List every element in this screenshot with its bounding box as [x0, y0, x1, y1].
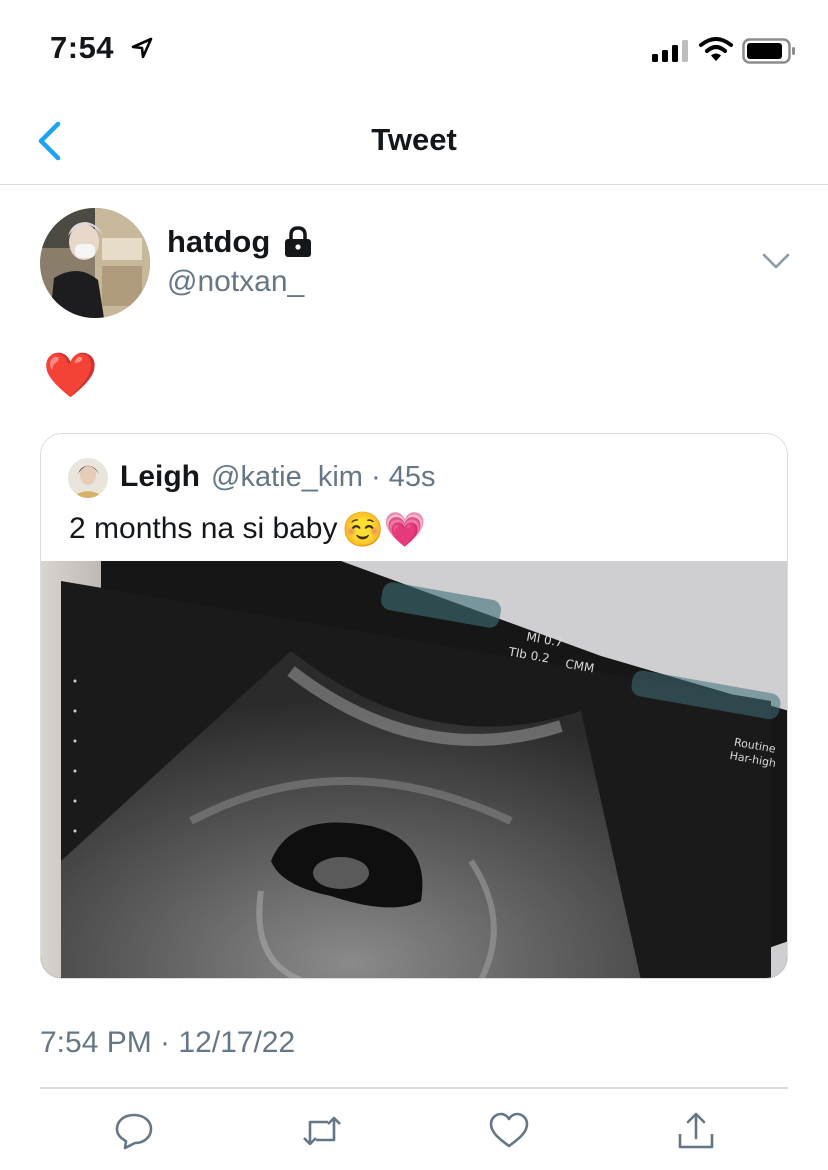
battery-icon [742, 38, 795, 64]
quoted-tweet-card[interactable]: Leigh @katie_kim · 45s 2 months na si ba… [40, 433, 788, 979]
heart-icon [489, 1112, 529, 1148]
status-bar: 7:54 [0, 0, 828, 100]
avatar[interactable] [40, 208, 150, 318]
chevron-down-icon[interactable] [760, 250, 792, 272]
author-handle[interactable]: @notxan_ [167, 265, 304, 299]
quoted-text-emoji: ☺️💗 [341, 511, 427, 549]
quoted-tweet-text: 2 months na si baby ☺️💗 [69, 508, 426, 551]
retweet-icon [303, 1116, 341, 1146]
reply-icon [115, 1113, 153, 1150]
wifi-icon [699, 37, 733, 61]
retweet-button[interactable] [301, 1110, 343, 1152]
share-icon [678, 1112, 714, 1149]
author-display-name[interactable]: hatdog [167, 224, 270, 260]
share-button[interactable] [675, 1110, 717, 1152]
location-arrow-icon [131, 37, 153, 59]
quoted-media-image[interactable]: MI 0.7 TIb 0.2 CMM Routine Har-high [41, 561, 788, 979]
status-time: 7:54 [50, 30, 115, 65]
divider [40, 1087, 788, 1089]
tweet-timestamp: 7:54 PM · 12/17/22 [40, 1026, 296, 1059]
nav-bar: Tweet [0, 100, 828, 185]
like-button[interactable] [488, 1110, 530, 1152]
page-title: Tweet [371, 122, 457, 157]
reply-button[interactable] [113, 1110, 155, 1152]
tweet-text: ❤️ [43, 351, 98, 400]
quoted-avatar[interactable] [68, 458, 108, 498]
quoted-author-meta: @katie_kim · 45s [211, 461, 436, 493]
quoted-author-name: Leigh [120, 460, 200, 493]
lock-icon [285, 226, 311, 257]
quoted-text-body: 2 months na si baby [69, 512, 338, 545]
cellular-signal-icon [652, 40, 688, 62]
